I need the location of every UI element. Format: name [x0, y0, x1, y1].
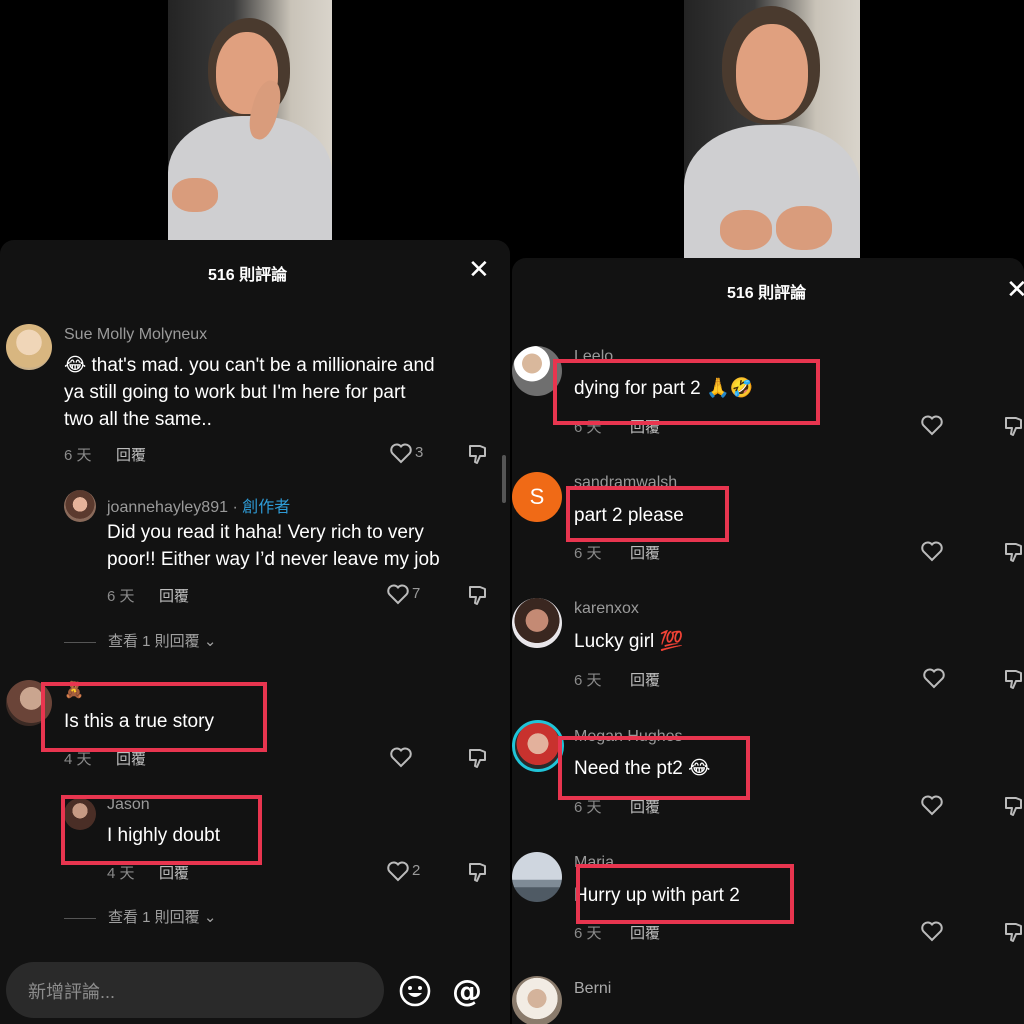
dislike-icon[interactable]	[1002, 920, 1024, 944]
heart-icon[interactable]	[389, 442, 413, 464]
highlight-box	[41, 682, 267, 752]
heart-icon[interactable]	[386, 583, 410, 605]
avatar[interactable]: S	[512, 472, 562, 522]
dislike-icon[interactable]	[1002, 794, 1024, 818]
dislike-icon[interactable]	[466, 583, 490, 607]
highlight-box	[61, 795, 262, 865]
close-icon[interactable]: ✕	[1006, 276, 1024, 302]
reply-button[interactable]: 回覆	[159, 585, 189, 606]
avatar[interactable]	[512, 852, 562, 902]
like-count: 2	[412, 862, 421, 879]
heart-icon[interactable]	[920, 794, 944, 816]
comment-time: 6 天	[64, 447, 92, 464]
right-screenshot: 516 則評論 ✕ Leelo dying for part 2 🙏🤣 6 天 …	[512, 0, 1024, 1024]
view-replies-link[interactable]: 查看 1 則回覆 ⌄	[64, 630, 216, 651]
left-screenshot: 516 則評論 ✕ Sue Molly Molyneux 😂 that's ma…	[0, 0, 512, 1024]
avatar[interactable]	[6, 324, 52, 370]
avatar[interactable]	[64, 490, 96, 522]
dislike-icon[interactable]	[466, 860, 490, 884]
heart-icon[interactable]	[920, 540, 944, 562]
heart-icon[interactable]	[922, 667, 946, 689]
video-preview[interactable]	[168, 0, 332, 242]
like-count: 7	[412, 585, 421, 602]
heart-icon[interactable]	[920, 920, 944, 942]
highlight-box	[553, 359, 820, 425]
emoji-icon[interactable]	[398, 974, 432, 1008]
avatar[interactable]	[512, 598, 562, 648]
avatar[interactable]	[512, 720, 564, 772]
video-preview[interactable]	[684, 0, 860, 260]
reply-button[interactable]: 回覆	[159, 862, 189, 883]
creator-badge: 創作者	[242, 499, 291, 516]
heart-icon[interactable]	[386, 860, 410, 882]
comment-input-bar[interactable]: 新增評論...	[6, 962, 384, 1018]
mention-icon[interactable]: @	[450, 974, 484, 1008]
comment-username[interactable]: joannehayley891 · 創作者	[107, 493, 290, 517]
comment-time: 6 天	[574, 545, 602, 562]
chevron-down-icon: ⌄	[199, 633, 217, 650]
reply-button[interactable]: 回覆	[630, 669, 660, 690]
heart-icon[interactable]	[920, 414, 944, 436]
like-count: 3	[415, 444, 424, 461]
comments-sheet: 516 則評論 ✕ Leelo dying for part 2 🙏🤣 6 天 …	[512, 258, 1024, 1024]
reply-button[interactable]: 回覆	[116, 444, 146, 465]
avatar[interactable]	[512, 976, 562, 1024]
comments-sheet: 516 則評論 ✕ Sue Molly Molyneux 😂 that's ma…	[0, 240, 510, 1024]
comment-text: Did you read it haha! Very rich to very …	[107, 522, 440, 570]
heart-icon[interactable]	[389, 746, 413, 768]
dislike-icon[interactable]	[1002, 667, 1024, 691]
comment-input[interactable]: 新增評論...	[28, 978, 115, 1004]
dislike-icon[interactable]	[466, 746, 490, 770]
reply-button[interactable]: 回覆	[630, 542, 660, 563]
comment-time: 4 天	[107, 865, 135, 882]
view-replies-link[interactable]: 查看 1 則回覆 ⌄	[64, 906, 216, 927]
highlight-box	[566, 486, 729, 542]
highlight-box	[576, 864, 794, 924]
dislike-icon[interactable]	[1002, 540, 1024, 564]
comment-time: 6 天	[574, 925, 602, 942]
comment-username[interactable]: Sue Molly Molyneux	[64, 326, 207, 344]
scrollbar[interactable]	[502, 455, 506, 503]
comment-username[interactable]: karenxox	[574, 600, 639, 618]
svg-text:@: @	[452, 974, 482, 1008]
chevron-down-icon: ⌄	[199, 909, 217, 926]
comment-time: 6 天	[574, 672, 602, 689]
comment-time: 6 天	[107, 588, 135, 605]
dislike-icon[interactable]	[1002, 414, 1024, 438]
highlight-box	[558, 736, 750, 800]
dislike-icon[interactable]	[466, 442, 490, 466]
sheet-title: 516 則評論	[208, 267, 288, 284]
reply-button[interactable]: 回覆	[630, 922, 660, 943]
sheet-title: 516 則評論	[727, 285, 807, 302]
comment-text: Lucky girl 💯	[574, 631, 684, 652]
close-icon[interactable]: ✕	[468, 256, 490, 282]
comment-text: 😂 that's mad. you can't be a millionaire…	[64, 355, 435, 430]
comment-username[interactable]: Berni	[574, 980, 611, 998]
